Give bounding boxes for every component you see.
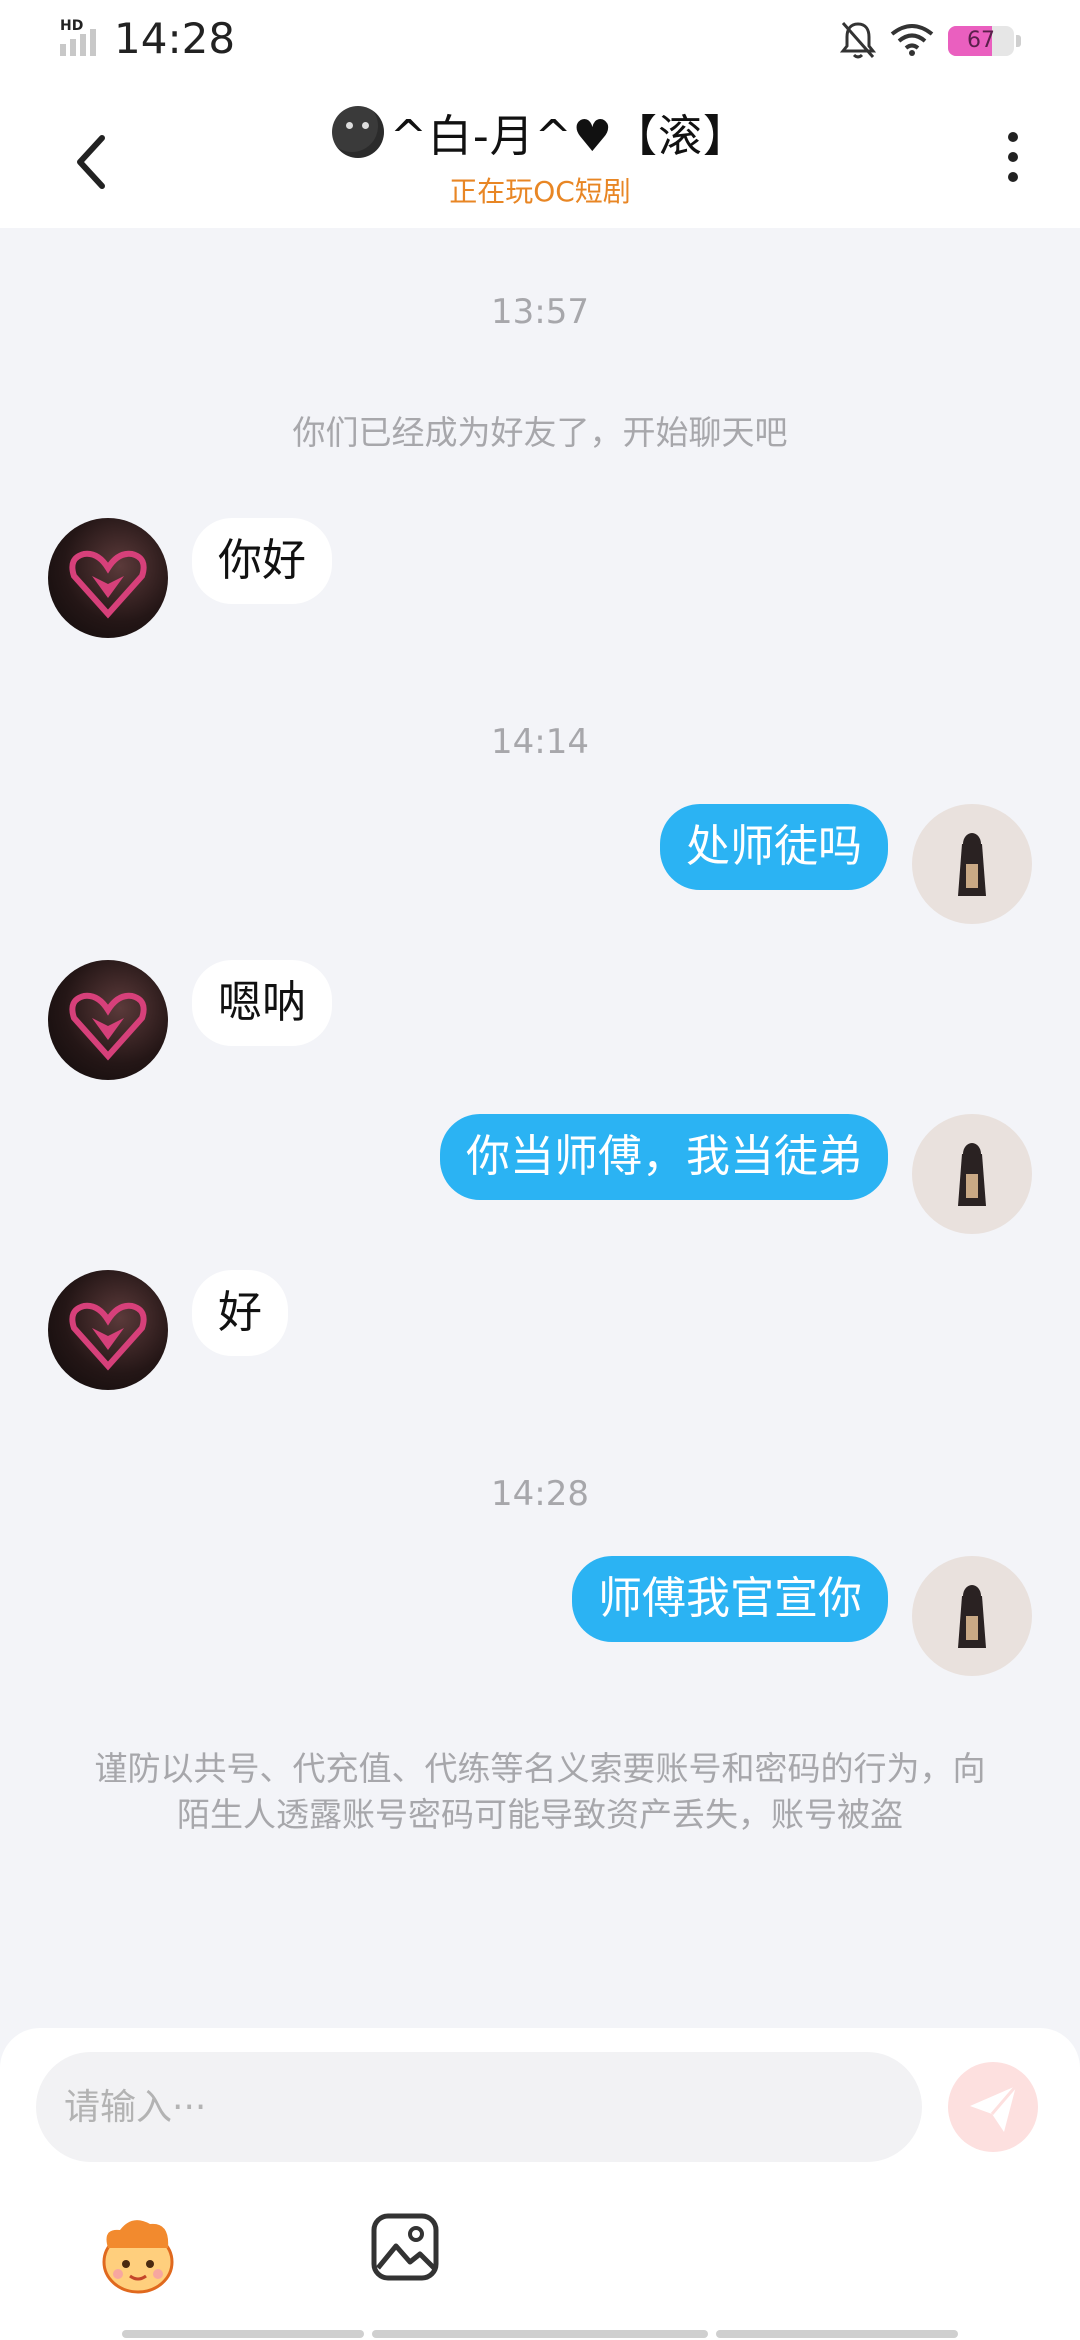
emoji-icon[interactable] bbox=[92, 2208, 184, 2300]
avatar[interactable] bbox=[48, 960, 168, 1080]
security-warning: 谨防以共号、代充值、代练等名义索要账号和密码的行为，向陌生人透露账号密码可能导致… bbox=[94, 1749, 986, 1834]
avatar-figure-icon bbox=[958, 833, 986, 896]
battery-tip bbox=[1016, 35, 1021, 47]
composer-bar bbox=[0, 2028, 1080, 2340]
wifi-icon bbox=[890, 24, 934, 56]
image-icon[interactable] bbox=[370, 2212, 440, 2282]
message-bubble-incoming[interactable]: 你好 bbox=[192, 518, 332, 604]
avatar[interactable] bbox=[912, 1556, 1032, 1676]
send-button[interactable] bbox=[948, 2062, 1038, 2152]
title-block: ^白-月^♥【滚】 正在玩OC短剧 bbox=[0, 100, 1080, 210]
friend-added-note: 你们已经成为好友了，开始聊天吧 bbox=[292, 413, 788, 452]
message-bubble-outgoing[interactable]: 你当师傅，我当徒弟 bbox=[440, 1114, 888, 1200]
timestamp: 14:28 bbox=[491, 1474, 589, 1514]
gesture-bar bbox=[0, 2330, 1080, 2340]
avatar[interactable] bbox=[48, 1270, 168, 1390]
title-emoji-icon bbox=[331, 106, 384, 158]
title-row: ^白-月^♥【滚】 bbox=[331, 100, 749, 164]
timestamp: 14:14 bbox=[491, 722, 589, 762]
message-list[interactable]: 13:57 你们已经成为好友了，开始聊天吧 你好 14:14 处师徒吗 嗯呐 你… bbox=[0, 228, 1080, 2028]
gesture-segment bbox=[716, 2330, 958, 2338]
page-title: ^白-月^♥【滚】 bbox=[389, 111, 749, 162]
message-bubble-outgoing[interactable]: 处师徒吗 bbox=[660, 804, 888, 890]
avatar-heart-icon bbox=[69, 992, 147, 1061]
message-bubble-incoming[interactable]: 嗯呐 bbox=[192, 960, 332, 1046]
message-input[interactable] bbox=[36, 2052, 922, 2162]
avatar[interactable] bbox=[912, 1114, 1032, 1234]
send-icon bbox=[970, 2085, 1018, 2132]
avatar-figure-icon bbox=[958, 1585, 986, 1648]
status-time: 14:28 bbox=[114, 14, 236, 63]
timestamp: 13:57 bbox=[491, 292, 589, 332]
avatar[interactable] bbox=[912, 804, 1032, 924]
gesture-segment bbox=[372, 2330, 708, 2338]
battery-icon: 67 bbox=[948, 26, 1014, 56]
gesture-segment bbox=[122, 2330, 364, 2338]
avatar-heart-icon bbox=[69, 1302, 147, 1371]
activity-status[interactable]: 正在玩OC短剧 bbox=[0, 170, 1080, 210]
battery-level: 67 bbox=[967, 28, 995, 53]
avatar-heart-icon bbox=[69, 550, 147, 619]
message-bubble-outgoing[interactable]: 师傅我官宣你 bbox=[572, 1556, 888, 1642]
more-icon[interactable] bbox=[998, 124, 1028, 194]
bell-muted-icon bbox=[840, 22, 876, 59]
avatar-figure-icon bbox=[958, 1143, 986, 1206]
message-bubble-incoming[interactable]: 好 bbox=[192, 1270, 288, 1356]
network-label: HD bbox=[60, 18, 84, 34]
chat-header: ^白-月^♥【滚】 正在玩OC短剧 bbox=[0, 84, 1080, 228]
status-bar: HD 14:28 67 bbox=[0, 0, 1080, 84]
avatar[interactable] bbox=[48, 518, 168, 638]
